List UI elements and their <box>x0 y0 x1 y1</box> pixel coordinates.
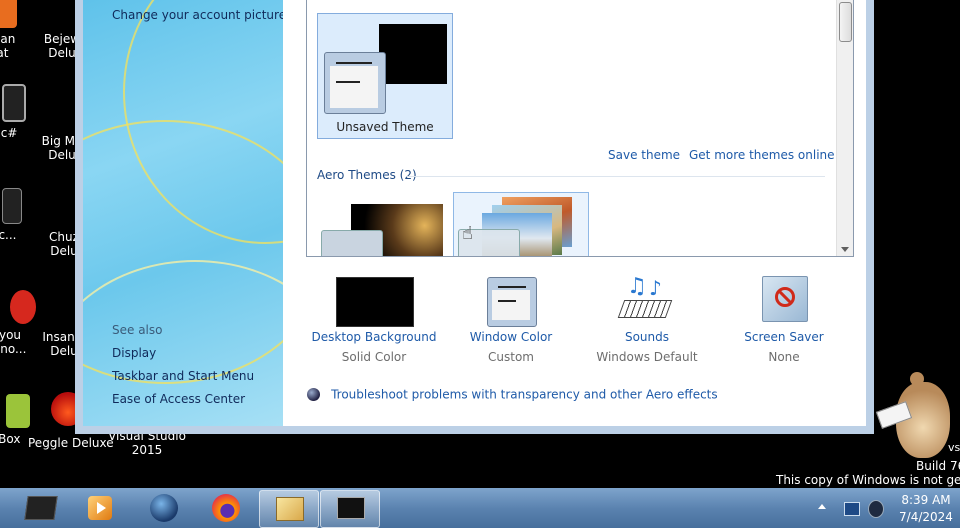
tray-app-icon[interactable] <box>868 500 884 518</box>
section-divider <box>407 176 825 177</box>
window-color-icon-line <box>498 286 526 288</box>
desktop-icon-label: Peggle Deluxe <box>28 436 114 450</box>
taskbar-app-3[interactable] <box>136 490 194 526</box>
desktop-icon-label: its c# <box>0 126 18 140</box>
theme-preview-window <box>321 230 383 256</box>
notepad-icon <box>2 188 22 224</box>
aero-themes-heading: Aero Themes (2) <box>317 168 417 182</box>
themes-scrollbar[interactable] <box>836 0 853 256</box>
taskbar-firefox[interactable] <box>198 490 256 526</box>
tile-sounds[interactable]: ♫ ♪ Sounds Windows Default <box>577 270 717 370</box>
tile-label: Screen Saver <box>744 330 824 344</box>
monitor-app-icon <box>337 497 365 519</box>
desktop-icon-label: anc... <box>0 228 17 242</box>
desktop-icon-label: you cno... <box>0 328 27 356</box>
window-color-icon-body <box>492 290 530 320</box>
control-panel-icon <box>276 497 304 521</box>
music-note-icon: ♫ <box>627 274 647 299</box>
tile-label: Desktop Background <box>311 330 437 344</box>
taskbar-app-1[interactable] <box>12 490 70 526</box>
hamster-ear <box>910 372 924 386</box>
globe-app-icon <box>150 494 178 522</box>
themes-listbox[interactable]: Unsaved Theme Save theme Get more themes… <box>306 0 854 257</box>
app-icon <box>45 84 79 118</box>
theme-preview-wallpaper <box>379 24 447 84</box>
terminal-app-icon <box>24 496 58 520</box>
tray-network-icon[interactable] <box>844 502 860 516</box>
change-account-picture-link[interactable]: Change your account picture <box>112 8 286 22</box>
save-theme-link[interactable]: Save theme <box>608 148 680 162</box>
sidebar-link-ease-of-access[interactable]: Ease of Access Center <box>112 392 245 406</box>
tile-desktop-background[interactable]: Desktop Background Solid Color <box>304 270 444 370</box>
screen-saver-icon <box>762 276 808 322</box>
tile-sub: Solid Color <box>341 350 407 364</box>
desktop-icon-label: cBox <box>0 432 21 446</box>
troubleshoot-row[interactable]: Troubleshoot problems with transparency … <box>307 384 718 402</box>
tile-window-color[interactable]: Window Color Custom <box>441 270 581 370</box>
sidebar-pane: Change your account picture See also Dis… <box>83 0 287 426</box>
tile-sub: Windows Default <box>596 350 698 364</box>
app-icon <box>0 0 17 28</box>
aero-theme-1[interactable] <box>321 200 445 256</box>
scroll-down-arrow-icon[interactable] <box>841 247 849 252</box>
taskbar-app-2[interactable] <box>72 490 130 526</box>
app-icon <box>6 394 30 428</box>
tile-label: Sounds <box>624 330 670 344</box>
hamster-character-icon <box>875 368 956 464</box>
genuine-notice: This copy of Windows is not genuine <box>776 473 960 487</box>
mouse-cursor-icon: ☝ <box>462 223 473 244</box>
theme-unsaved-label: Unsaved Theme <box>336 120 434 134</box>
sidebar-link-display[interactable]: Display <box>112 346 156 360</box>
window-color-icon-line <box>498 300 516 302</box>
personalization-window: Change your account picture See also Dis… <box>75 0 874 434</box>
music-note-icon: ♪ <box>649 276 662 300</box>
taskbar-app-6[interactable] <box>320 490 380 528</box>
tile-sub: Custom <box>488 350 534 364</box>
scrollbar-thumb[interactable] <box>839 2 852 42</box>
troubleshoot-globe-icon <box>307 388 320 401</box>
clock-time[interactable]: 8:39 AM <box>896 493 956 507</box>
tile-screen-saver[interactable]: Screen Saver None <box>714 270 854 370</box>
get-more-themes-link[interactable]: Get more themes online <box>689 148 835 162</box>
desktop-icon-label: ssian rat <box>0 32 16 60</box>
troubleshoot-link[interactable]: Troubleshoot problems with transparency … <box>331 388 718 402</box>
sounds-icon: ♫ ♪ <box>617 274 675 326</box>
firefox-icon <box>212 494 240 522</box>
tile-label: Window Color <box>469 330 553 344</box>
tray-expand-icon[interactable] <box>818 504 826 509</box>
app-icon <box>45 0 79 28</box>
play-icon <box>97 502 106 514</box>
desktop-background-icon <box>336 277 414 327</box>
theme-preview-window <box>324 52 386 114</box>
clock-date[interactable]: 7/4/2024 <box>896 510 956 524</box>
theme-preview-line <box>336 81 360 83</box>
window-color-icon <box>487 277 537 327</box>
main-content: Unsaved Theme Save theme Get more themes… <box>283 0 866 426</box>
theme-unsaved[interactable]: Unsaved Theme <box>317 13 453 139</box>
see-also-heading: See also <box>112 323 163 337</box>
taskbar-control-panel[interactable] <box>259 490 319 528</box>
keyboard-icon <box>617 300 673 318</box>
taskbar: 8:39 AM 7/4/2024 <box>0 488 960 528</box>
theme-preview-line <box>336 62 372 64</box>
sidebar-link-taskbar[interactable]: Taskbar and Start Menu <box>112 369 254 383</box>
aero-theme-2[interactable]: ☝ <box>453 192 589 256</box>
theme-preview-window-body <box>330 66 378 108</box>
tile-sub: None <box>768 350 800 364</box>
